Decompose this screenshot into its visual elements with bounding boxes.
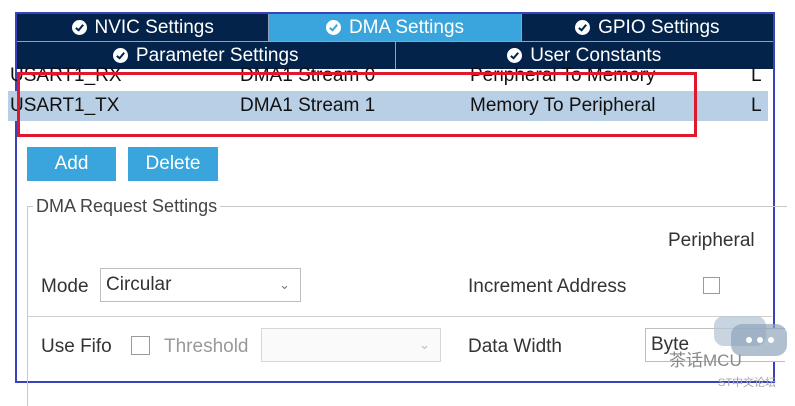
add-button[interactable]: Add [27, 147, 116, 181]
tab-gpio-settings[interactable]: GPIO Settings [521, 14, 773, 41]
priority-cell: L [751, 65, 762, 86]
tab-row-top: NVIC Settings DMA Settings GPIO Settings [17, 14, 773, 41]
red-highlight-box [17, 72, 697, 137]
increment-address-label: Increment Address [468, 276, 627, 297]
divider [27, 316, 772, 317]
group-title: DMA Request Settings [33, 196, 221, 217]
delete-button[interactable]: Delete [128, 147, 218, 181]
peripheral-column-label: Peripheral [668, 230, 755, 251]
mode-label: Mode [41, 276, 89, 297]
data-width-label: Data Width [468, 336, 562, 357]
increment-address-checkbox[interactable] [703, 277, 720, 294]
use-fifo-label: Use Fifo [41, 336, 112, 357]
tab-dma-settings[interactable]: DMA Settings [269, 14, 522, 41]
tab-nvic-settings[interactable]: NVIC Settings [17, 14, 270, 41]
tab-label: NVIC Settings [94, 16, 214, 38]
check-circle-icon [71, 20, 87, 35]
tab-label: GPIO Settings [598, 16, 720, 38]
mode-value: Circular [106, 274, 172, 295]
use-fifo-checkbox[interactable] [131, 336, 150, 355]
check-circle-icon [575, 20, 591, 35]
check-circle-icon [325, 20, 341, 35]
chevron-down-icon: ⌄ [419, 337, 430, 352]
watermark-subtext: ST中文论坛 [718, 377, 777, 389]
threshold-label: Threshold [164, 336, 249, 357]
tab-label: DMA Settings [348, 16, 465, 38]
watermark-text: 茶话MCU [669, 351, 742, 370]
threshold-select[interactable]: ⌄ [261, 328, 441, 362]
mode-select[interactable]: Circular ⌄ [100, 268, 301, 302]
priority-cell: L [751, 95, 762, 116]
chevron-down-icon: ⌄ [279, 277, 290, 292]
